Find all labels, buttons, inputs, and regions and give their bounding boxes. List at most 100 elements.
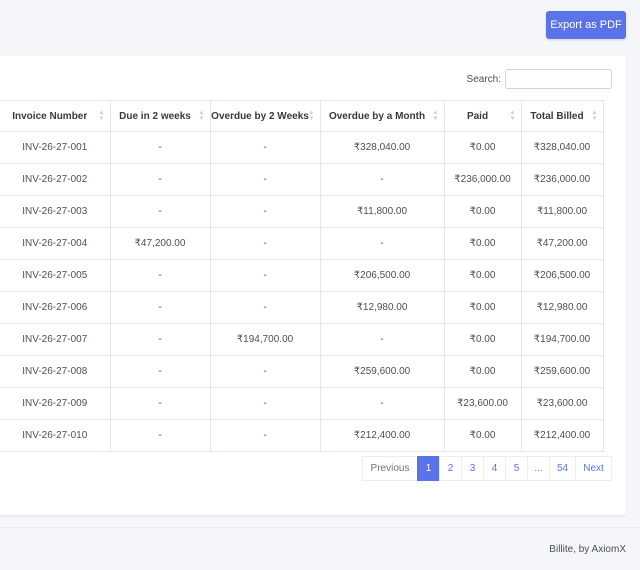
- table-cell: INV-26-27-003: [0, 195, 111, 228]
- table-row[interactable]: INV-26-27-005- - ₹206,500.00 ₹0.00 ₹206,500.…: [0, 259, 604, 292]
- table-cell: -: [320, 323, 445, 356]
- table-cell: ₹328,040.00: [521, 131, 604, 164]
- column-header[interactable]: Due in 2 weeks ▲ ▼: [110, 100, 211, 132]
- table-cell: -: [110, 323, 211, 356]
- pagination-page[interactable]: 4: [483, 456, 506, 481]
- table-cell: ₹206,500.00: [521, 259, 604, 292]
- column-header[interactable]: Overdue by a Month ▲ ▼: [320, 100, 445, 132]
- table-cell: ₹259,600.00: [521, 355, 604, 388]
- table-cell: ₹11,800.00: [320, 195, 445, 228]
- table-cell: -: [210, 163, 321, 196]
- pagination: Previous 1 2 3 4 5... 54 Next: [362, 456, 612, 481]
- invoice-table: Invoice Number ▲ ▼ Due in 2 weeks ▲ ▼ Overdue …: [0, 100, 604, 452]
- table-row[interactable]: INV-26-27-002- - - ₹236,000.00 ₹236,000.00: [0, 163, 604, 196]
- table-cell: ₹23,600.00: [444, 387, 522, 420]
- table-row[interactable]: INV-26-27-008- - ₹259,600.00 ₹0.00 ₹259,600.…: [0, 355, 604, 388]
- table-cell: ₹194,700.00: [521, 323, 604, 356]
- table-cell: ₹12,980.00: [521, 291, 604, 324]
- table-cell: ₹0.00: [444, 323, 522, 356]
- sort-both-icon: ▲ ▼: [432, 110, 439, 122]
- footer-divider: [0, 527, 640, 528]
- table-cell: INV-26-27-009: [0, 387, 111, 420]
- table-cell: ₹0.00: [444, 291, 522, 324]
- sort-both-icon: ▲ ▼: [98, 110, 105, 122]
- table-cell: ₹194,700.00: [210, 323, 321, 356]
- table-row[interactable]: INV-26-27-004 ₹47,200.00- - ₹0.00 ₹47,200.00: [0, 227, 604, 260]
- table-cell: INV-26-27-007: [0, 323, 111, 356]
- footer-credit: Billite, by AxiomX: [549, 544, 626, 555]
- table-row[interactable]: INV-26-27-006- - ₹12,980.00 ₹0.00 ₹12,980.00: [0, 291, 604, 324]
- table-cell: -: [210, 259, 321, 292]
- pagination-page[interactable]: 2: [439, 456, 462, 481]
- table-cell: ₹212,400.00: [320, 419, 445, 452]
- table-cell: ₹23,600.00: [521, 387, 604, 420]
- table-row[interactable]: INV-26-27-010- - ₹212,400.00 ₹0.00 ₹212,400.…: [0, 419, 604, 452]
- column-header-label: Due in 2 weeks: [119, 110, 191, 122]
- table-cell: ₹47,200.00: [110, 227, 211, 260]
- table-cell: ₹11,800.00: [521, 195, 604, 228]
- table-cell: -: [320, 387, 445, 420]
- table-cell: INV-26-27-010: [0, 419, 111, 452]
- table-cell: -: [110, 195, 211, 228]
- table-cell: -: [210, 291, 321, 324]
- table-cell: ₹0.00: [444, 259, 522, 292]
- table-cell: ₹212,400.00: [521, 419, 604, 452]
- table-cell: -: [110, 355, 211, 388]
- table-cell: ₹236,000.00: [444, 163, 522, 196]
- pagination-page[interactable]: 3: [461, 456, 484, 481]
- column-header-label: Total Billed: [530, 110, 584, 122]
- table-cell: ₹0.00: [444, 227, 522, 260]
- table-cell: -: [110, 419, 211, 452]
- column-header-label: Overdue by a Month: [328, 110, 426, 122]
- table-cell: INV-26-27-008: [0, 355, 111, 388]
- table-cell: -: [320, 227, 445, 260]
- table-cell: -: [210, 195, 321, 228]
- table-cell: -: [110, 291, 211, 324]
- sort-both-icon: ▲ ▼: [308, 110, 315, 122]
- column-header[interactable]: Total Billed ▲ ▼: [521, 100, 604, 132]
- table-cell: -: [210, 387, 321, 420]
- table-cell: ₹206,500.00: [320, 259, 445, 292]
- sort-both-icon: ▲ ▼: [198, 110, 205, 122]
- table-body: INV-26-27-001- - ₹328,040.00 ₹0.00 ₹328,040.…: [0, 131, 604, 452]
- pagination-page[interactable]: 54: [549, 456, 576, 481]
- table-cell: ₹0.00: [444, 355, 522, 388]
- table-header-row: Invoice Number ▲ ▼ Due in 2 weeks ▲ ▼ Overdue …: [0, 100, 604, 132]
- invoice-table-card: Search: Invoice Number ▲ ▼ Due in 2 weeks ▲ ▼…: [0, 56, 626, 515]
- table-cell: ₹0.00: [444, 419, 522, 452]
- column-header[interactable]: Overdue by 2 Weeks ▲ ▼: [210, 100, 321, 132]
- table-cell: -: [210, 227, 321, 260]
- table-row[interactable]: INV-26-27-009- - - ₹23,600.00 ₹23,600.00: [0, 387, 604, 420]
- table-cell: ₹328,040.00: [320, 131, 445, 164]
- table-cell: -: [110, 131, 211, 164]
- pagination-page[interactable]: 1: [417, 456, 440, 481]
- table-row[interactable]: INV-26-27-001- - ₹328,040.00 ₹0.00 ₹328,040.…: [0, 131, 604, 164]
- table-cell: ₹47,200.00: [521, 227, 604, 260]
- table-cell: -: [210, 419, 321, 452]
- table-row[interactable]: INV-26-27-003- - ₹11,800.00 ₹0.00 ₹11,800.00: [0, 195, 604, 228]
- pagination-previous[interactable]: Previous: [362, 456, 418, 481]
- table-cell: -: [210, 355, 321, 388]
- table-cell: INV-26-27-006: [0, 291, 111, 324]
- pagination-page[interactable]: 5: [505, 456, 528, 481]
- table-cell: ₹0.00: [444, 195, 522, 228]
- pagination-ellipsis: ...: [527, 456, 550, 481]
- table-cell: -: [320, 163, 445, 196]
- search-label: Search:: [466, 73, 501, 85]
- table-cell: ₹236,000.00: [521, 163, 604, 196]
- column-header[interactable]: Paid ▲ ▼: [444, 100, 522, 132]
- column-header[interactable]: Invoice Number ▲ ▼: [0, 100, 111, 132]
- column-header-label: Overdue by 2 Weeks: [211, 110, 309, 122]
- table-cell: INV-26-27-004: [0, 227, 111, 260]
- table-cell: -: [110, 163, 211, 196]
- table-cell: -: [110, 387, 211, 420]
- export-pdf-button[interactable]: Export as PDF: [546, 11, 626, 39]
- sort-both-icon: ▲ ▼: [509, 110, 516, 122]
- pagination-next[interactable]: Next: [575, 456, 612, 481]
- table-row[interactable]: INV-26-27-007- ₹194,700.00- ₹0.00 ₹194,700.…: [0, 323, 604, 356]
- search-input[interactable]: [505, 69, 612, 89]
- table-cell: -: [110, 259, 211, 292]
- table-cell: INV-26-27-005: [0, 259, 111, 292]
- search-wrap: Search:: [467, 69, 612, 89]
- column-header-label: Invoice Number: [12, 110, 88, 122]
